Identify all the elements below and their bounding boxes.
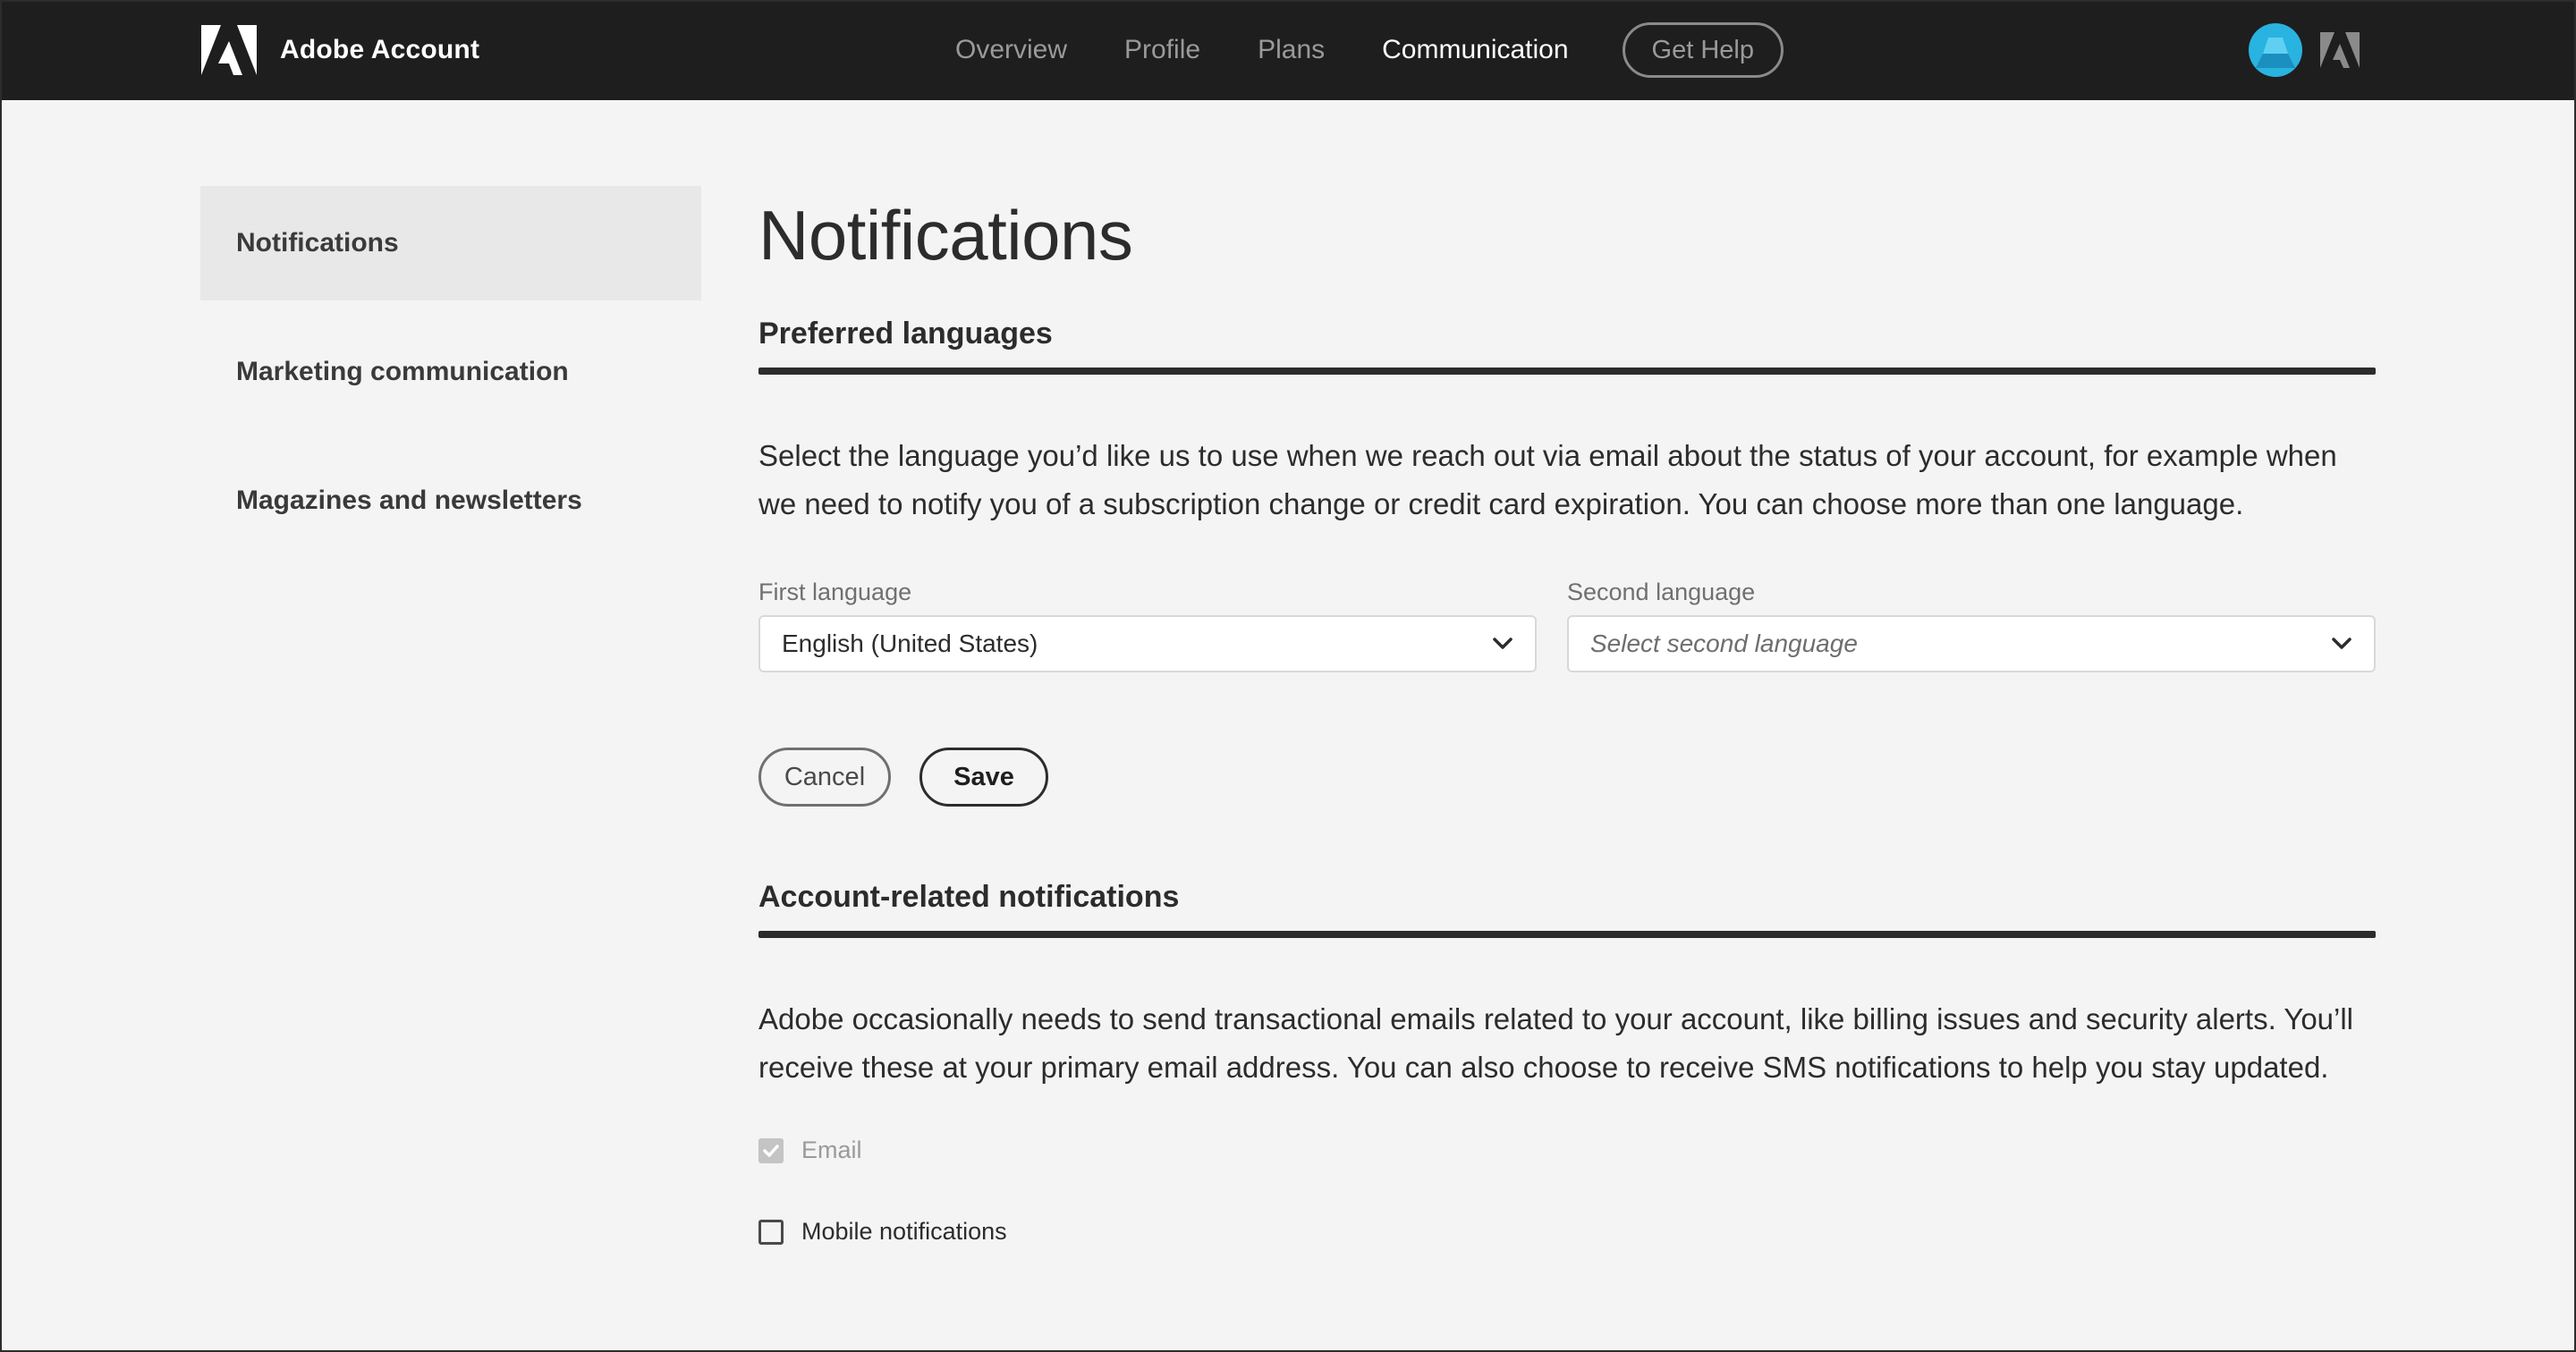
cancel-button[interactable]: Cancel [758, 748, 891, 807]
second-language-label: Second language [1567, 579, 1756, 605]
brand-name: Adobe Account [280, 35, 480, 64]
nav-profile[interactable]: Profile [1124, 35, 1200, 65]
top-navigation-bar: Adobe Account Overview Profile Plans Com… [0, 0, 2576, 100]
main-nav: Overview Profile Plans Communication Get… [955, 22, 1784, 78]
page-title: Notifications [758, 196, 1133, 275]
language-actions: Cancel Save [758, 748, 2376, 807]
sidebar: Notifications Marketing communication Ma… [200, 186, 701, 572]
save-button[interactable]: Save [919, 748, 1048, 807]
avatar-shape-icon [2256, 38, 2295, 68]
adobe-logo-icon [201, 25, 257, 75]
chevron-down-icon [1493, 638, 1513, 649]
second-language-placeholder: Select second language [1590, 630, 1858, 657]
sidebar-item-marketing-communication[interactable]: Marketing communication [200, 315, 701, 429]
second-language-field: Second language Select second language [1567, 579, 2376, 672]
first-language-field: First language English (United States) [758, 579, 1537, 672]
mobile-notifications-label: Mobile notifications [801, 1218, 1007, 1245]
first-language-label: First language [758, 579, 912, 605]
mobile-notifications-checkbox[interactable] [758, 1219, 784, 1245]
languages-description: Select the language you’d like us to use… [758, 439, 2337, 520]
email-label: Email [801, 1137, 862, 1163]
adobe-apps-icon[interactable] [2320, 32, 2360, 68]
sidebar-item-magazines-newsletters[interactable]: Magazines and newsletters [200, 444, 701, 558]
email-option: Email [758, 1137, 2376, 1164]
get-help-button[interactable]: Get Help [1622, 22, 1784, 78]
mobile-option: Mobile notifications [758, 1218, 2376, 1246]
language-fields: First language English (United States) S… [758, 579, 2376, 672]
brand[interactable]: Adobe Account [201, 25, 479, 75]
checkmark-icon [763, 1144, 779, 1157]
sidebar-item-notifications[interactable]: Notifications [200, 186, 701, 300]
avatar[interactable] [2249, 23, 2302, 77]
account-description: Adobe occasionally needs to send transac… [758, 1002, 2354, 1084]
section-heading-preferred-languages: Preferred languages [758, 317, 1053, 351]
section-divider [758, 931, 2376, 938]
nav-plans[interactable]: Plans [1258, 35, 1325, 65]
section-heading-account-notifications: Account-related notifications [758, 880, 1180, 914]
email-checkbox[interactable] [758, 1137, 784, 1163]
nav-communication[interactable]: Communication [1382, 35, 1568, 65]
nav-overview[interactable]: Overview [955, 35, 1067, 65]
chevron-down-icon [2332, 638, 2351, 649]
first-language-value: English (United States) [782, 630, 1038, 657]
first-language-select[interactable]: English (United States) [758, 615, 1537, 672]
second-language-select[interactable]: Select second language [1567, 615, 2376, 672]
section-divider [758, 368, 2376, 375]
main-content: Notifications Preferred languages Select… [758, 186, 2376, 1246]
